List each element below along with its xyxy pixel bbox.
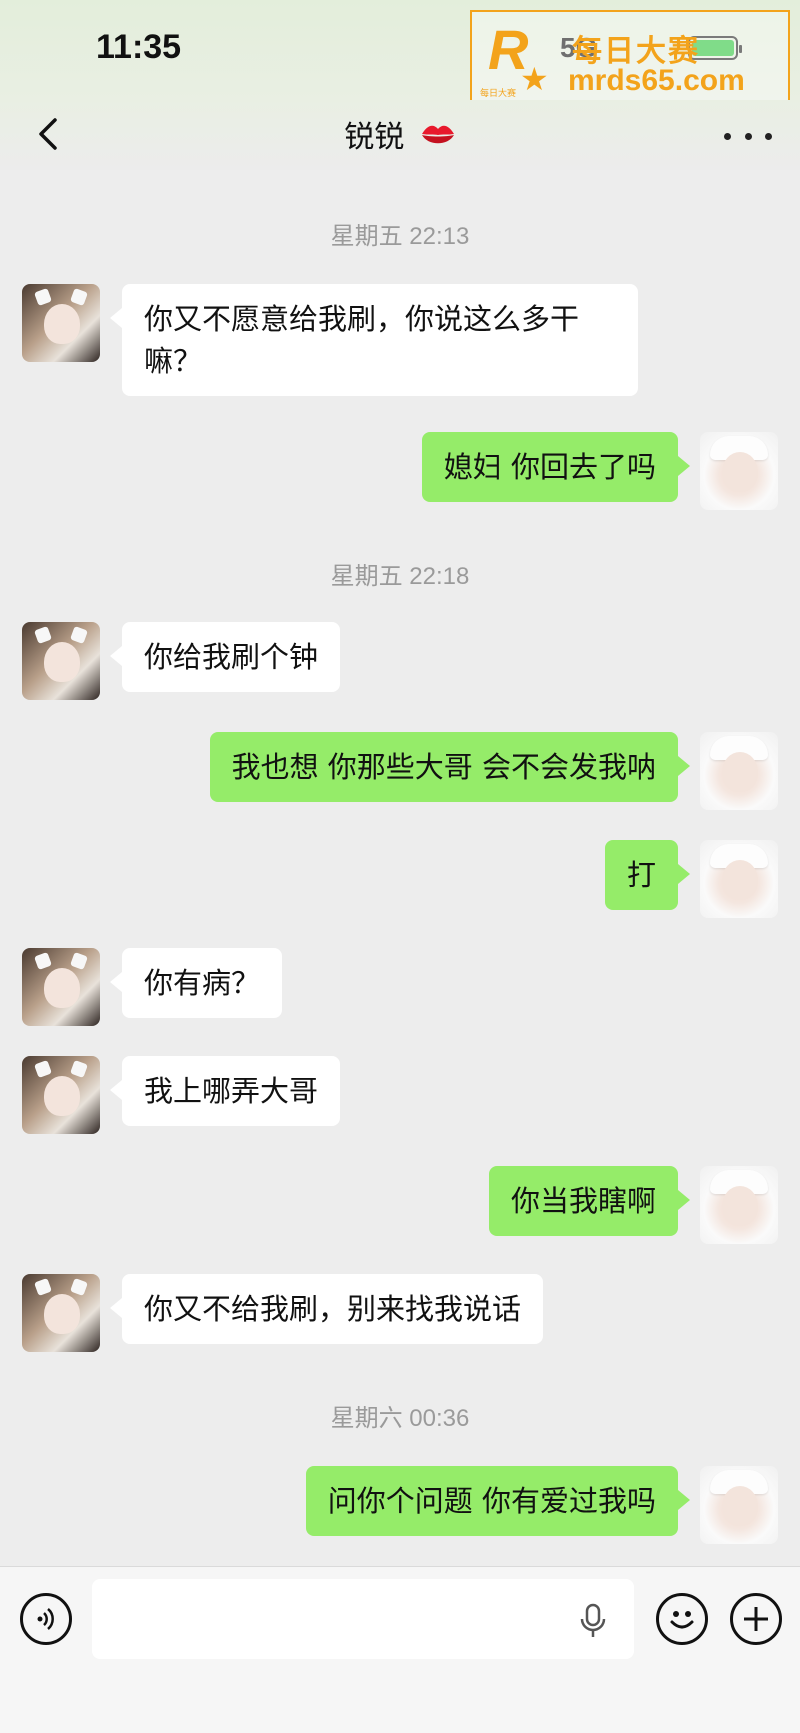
message-bubble-received[interactable]: 我上哪弄大哥 [109,1056,341,1126]
contact-name: 锐锐 [344,120,405,155]
message-bubble-sent[interactable]: 你当我瞎啊 [488,1166,691,1236]
contact-avatar[interactable] [22,622,100,700]
message-bubble-sent[interactable]: 媳妇 你回去了吗 [421,432,691,502]
message-bubble-received[interactable]: 你又不给我刷，别来找我说话 [109,1274,544,1344]
watermark-url: mrds65.com [568,64,745,97]
user-avatar[interactable] [700,840,778,918]
star-icon: ★ [520,60,549,98]
message-bubble-sent[interactable]: 问你个问题 你有爱过我吗 [305,1466,691,1536]
contact-avatar[interactable] [22,1274,100,1352]
emoji-icon[interactable] [656,1593,708,1645]
timestamp: 星期五 22:18 [330,563,470,590]
user-avatar[interactable] [700,1166,778,1244]
user-avatar[interactable] [700,432,778,510]
message-bubble-received[interactable]: 你给我刷个钟 [109,622,341,692]
status-time: 11:35 [96,28,182,66]
message-bubble-received[interactable]: 你有病？ [109,948,283,1018]
user-avatar[interactable] [700,1466,778,1544]
plus-icon[interactable] [730,1593,782,1645]
message-bubble-sent[interactable]: 我也想 你那些大哥 会不会发我呐 [209,732,691,802]
contact-avatar[interactable] [22,284,100,362]
message-bubble-sent[interactable]: 打 [604,840,691,910]
chat-header: 锐锐 [0,100,800,170]
chat-title: 锐锐 [0,112,800,156]
more-options-icon[interactable] [724,126,772,146]
contact-avatar[interactable] [22,1056,100,1134]
contact-avatar[interactable] [22,948,100,1026]
watermark: R ★ 每日大赛 每日大赛 mrds65.com [470,10,790,108]
voice-input-icon[interactable] [20,1593,72,1645]
timestamp: 星期五 22:13 [330,223,470,250]
timestamp: 星期六 00:36 [330,1405,470,1432]
kiss-lips-icon [420,121,456,156]
input-bar [0,1566,800,1733]
microphone-icon[interactable] [578,1603,608,1643]
message-input[interactable] [92,1579,634,1659]
watermark-small-text: 每日大赛 [480,89,517,99]
message-bubble-received[interactable]: 你又不愿意给我刷，你说这么多干嘛？ [110,284,638,396]
user-avatar[interactable] [700,732,778,810]
